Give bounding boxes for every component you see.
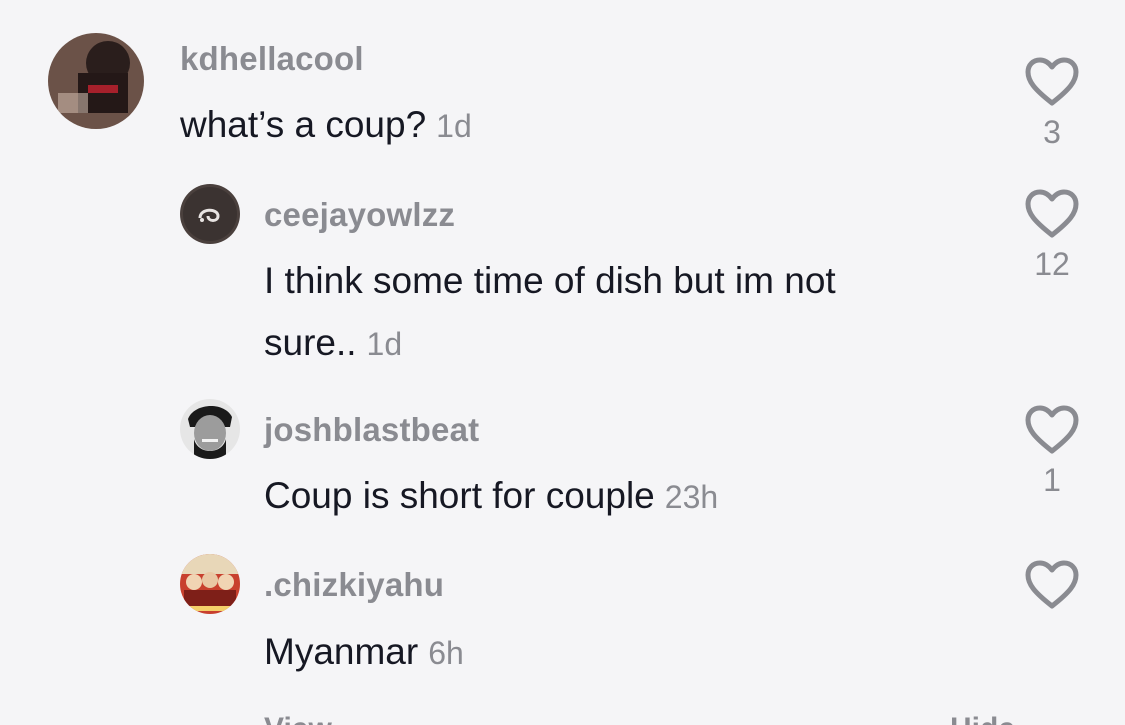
avatar[interactable]	[180, 554, 240, 614]
comment-body: what’s a coup?	[180, 104, 427, 145]
comment-text: Coup is short for couple 23h	[264, 465, 984, 528]
user-avatar-dark-photo-icon	[48, 33, 144, 129]
heart-icon	[1025, 405, 1079, 454]
comment-time: 1d	[366, 326, 403, 362]
comment-username[interactable]: joshblastbeat	[264, 411, 479, 449]
user-avatar-swirl-logo-icon	[180, 184, 240, 244]
comment-body: Myanmar	[264, 631, 419, 672]
comment-text: Myanmar 6h	[264, 621, 984, 684]
comment-time: 1d	[436, 108, 472, 144]
comment-username[interactable]: ceejayowlzz	[264, 196, 455, 234]
comment-username[interactable]: kdhellacool	[180, 40, 364, 78]
avatar[interactable]	[180, 184, 240, 244]
like-button[interactable]	[1020, 559, 1084, 617]
like-count: 12	[1034, 246, 1070, 282]
like-button[interactable]: 12	[1020, 188, 1084, 283]
like-count: 3	[1043, 114, 1061, 150]
heart-icon	[1025, 560, 1079, 609]
comment-text: I think some time of dish but im not sur…	[264, 250, 964, 375]
comment-time: 6h	[428, 635, 464, 671]
like-button[interactable]: 3	[1020, 56, 1084, 151]
comment-body: I think some time of dish but im not sur…	[264, 260, 836, 363]
comment-time: 23h	[664, 479, 719, 515]
heart-icon	[1025, 57, 1079, 106]
comment-body: Coup is short for couple	[264, 475, 655, 516]
avatar[interactable]	[180, 399, 240, 459]
comment-text: what’s a coup? 1d	[180, 94, 960, 157]
like-count: 1	[1043, 462, 1061, 498]
heart-icon	[1025, 189, 1079, 238]
replies-footer: View Hide	[0, 712, 1125, 725]
comment-username[interactable]: .chizkiyahu	[264, 566, 444, 604]
like-button[interactable]: 1	[1020, 404, 1084, 499]
avatar[interactable]	[48, 33, 144, 129]
user-avatar-poster-icon	[180, 554, 240, 614]
view-replies-link[interactable]: View	[264, 712, 332, 725]
user-avatar-portrait-icon	[180, 399, 240, 459]
hide-replies-link[interactable]: Hide	[950, 712, 1015, 725]
